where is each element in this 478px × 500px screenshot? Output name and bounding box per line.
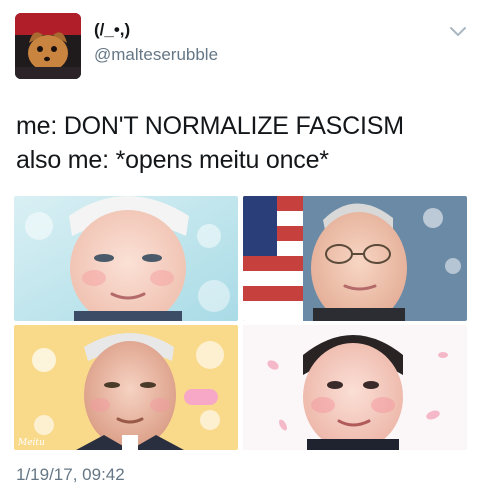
meitu-watermark: Meitu — [17, 438, 45, 448]
avatar[interactable] — [15, 13, 81, 79]
meitu-watermark: Meitu — [248, 309, 276, 319]
tweet-text-line-2: also me: *opens meitu once* — [16, 146, 329, 174]
tweet-photo-2[interactable]: Meitu — [243, 196, 467, 321]
chevron-down-icon[interactable] — [449, 25, 467, 39]
tweet-photo-1[interactable] — [14, 196, 238, 321]
tweet-photo-4[interactable] — [243, 325, 467, 450]
display-name[interactable]: (/_•,) — [94, 20, 130, 40]
tweet-timestamp[interactable]: 1/19/17, 09:42 — [16, 465, 125, 485]
tweet-text-line-1: me: DON'T NORMALIZE FASCISM — [16, 112, 404, 140]
tweet-photo-3[interactable]: Meitu — [14, 325, 238, 450]
tweet-card: (/_•,) @malteserubble me: DON'T NORMALIZ… — [0, 0, 478, 500]
user-handle[interactable]: @malteserubble — [94, 45, 218, 65]
